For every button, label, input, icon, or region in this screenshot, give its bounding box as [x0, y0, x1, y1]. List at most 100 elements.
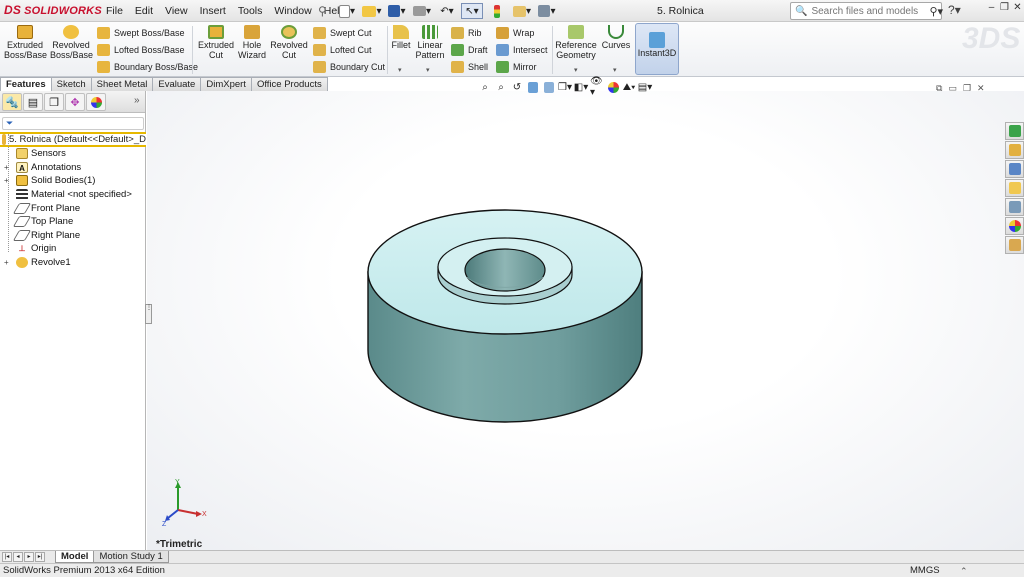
- menu-insert[interactable]: Insert: [194, 0, 232, 22]
- search-icon[interactable]: ⚲▾: [929, 5, 943, 18]
- open-folder-icon[interactable]: ▾: [361, 3, 383, 19]
- bore-hole[interactable]: [464, 248, 546, 292]
- properties-tab-icon[interactable]: [1005, 236, 1024, 254]
- tab-dimxpert[interactable]: DimXpert: [200, 77, 252, 91]
- minimize-document-icon[interactable]: ▭: [948, 83, 957, 94]
- tree-item-front-plane[interactable]: Front Plane: [0, 201, 146, 215]
- first-tab-icon[interactable]: |◂: [2, 552, 12, 562]
- minimize-icon[interactable]: –: [986, 2, 997, 16]
- restore-icon[interactable]: ❐: [999, 2, 1010, 16]
- intersect-button[interactable]: Intersect: [496, 44, 548, 56]
- tree-root-part[interactable]: 5. Rolnica (Default<<Default>_D: [0, 132, 146, 147]
- rib-button[interactable]: Rib: [451, 27, 482, 39]
- search-input[interactable]: [811, 5, 930, 17]
- model-pulley[interactable]: [360, 205, 650, 435]
- apply-scene-icon[interactable]: ⛰▾: [622, 80, 636, 94]
- configuration-manager-tab-icon[interactable]: ❐: [44, 93, 64, 111]
- tab-evaluate[interactable]: Evaluate: [152, 77, 202, 91]
- solidworks-resources-icon[interactable]: [1005, 122, 1024, 140]
- tab-features[interactable]: Features: [0, 77, 52, 91]
- previous-view-icon[interactable]: ↺: [510, 80, 524, 94]
- select-cursor-icon[interactable]: ↖▾: [461, 3, 483, 19]
- units-selector[interactable]: MMGS: [910, 565, 940, 576]
- restore-document-icon[interactable]: ❐: [963, 83, 971, 94]
- draft-button[interactable]: Draft: [451, 44, 488, 56]
- print-icon[interactable]: ▾: [411, 3, 433, 19]
- tree-item-solid-bodies[interactable]: + Solid Bodies(1): [0, 174, 146, 188]
- help-icon[interactable]: ?▾: [948, 3, 961, 17]
- view-orientation-icon[interactable]: ❒▾: [558, 80, 572, 94]
- tab-motion-study[interactable]: Motion Study 1: [93, 551, 169, 563]
- lofted-cut-button[interactable]: Lofted Cut: [313, 44, 372, 56]
- menu-file[interactable]: File: [100, 0, 129, 22]
- tile-view-icon[interactable]: ⧉: [936, 83, 942, 94]
- file-properties-icon[interactable]: ▾: [511, 3, 533, 19]
- tree-item-sensors[interactable]: Sensors: [0, 147, 146, 161]
- dynamic-annotation-icon[interactable]: [542, 80, 556, 94]
- file-explorer-icon[interactable]: [1005, 160, 1024, 178]
- edit-appearance-icon[interactable]: [606, 80, 620, 94]
- menu-edit[interactable]: Edit: [129, 0, 159, 22]
- swept-boss-button[interactable]: Swept Boss/Base: [97, 27, 185, 39]
- hole-wizard-button[interactable]: Hole Wizard: [236, 25, 268, 60]
- solidworks-logo[interactable]: DS SOLIDWORKS: [4, 3, 102, 17]
- expand-icon[interactable]: +: [4, 258, 12, 267]
- menu-window[interactable]: Window: [268, 0, 317, 22]
- tree-item-annotations[interactable]: + A Annotations: [0, 161, 146, 175]
- revolved-cut-button[interactable]: Revolved Cut: [270, 25, 308, 60]
- view-palette-icon[interactable]: [1005, 179, 1024, 197]
- rebuild-icon[interactable]: [486, 3, 508, 19]
- extruded-cut-button[interactable]: Extruded Cut: [196, 25, 236, 60]
- extruded-boss-button[interactable]: Extruded Boss/Base: [4, 25, 47, 60]
- boundary-boss-button[interactable]: Boundary Boss/Base: [97, 61, 198, 73]
- wrap-button[interactable]: Wrap: [496, 27, 534, 39]
- tab-model[interactable]: Model: [55, 551, 95, 563]
- tab-sketch[interactable]: Sketch: [50, 77, 92, 91]
- property-manager-tab-icon[interactable]: ▤: [23, 93, 43, 111]
- menu-view[interactable]: View: [159, 0, 194, 22]
- swept-cut-button[interactable]: Swept Cut: [313, 27, 372, 39]
- dimxpert-manager-tab-icon[interactable]: ✥: [65, 93, 85, 111]
- linear-pattern-button[interactable]: Linear Pattern: [414, 25, 446, 60]
- view-settings-icon[interactable]: ▤▾: [638, 80, 652, 94]
- reference-geometry-button[interactable]: Reference Geometry: [555, 25, 597, 60]
- tree-item-material[interactable]: Material <not specified>: [0, 188, 146, 202]
- fillet-dropdown-icon[interactable]: ▾: [398, 66, 402, 74]
- expand-icon[interactable]: +: [4, 176, 12, 185]
- options-icon[interactable]: ▾: [536, 3, 558, 19]
- revolved-boss-button[interactable]: Revolved Boss/Base: [50, 25, 93, 60]
- expand-panel-icon[interactable]: »: [134, 95, 140, 106]
- curves-dropdown-icon[interactable]: ▾: [613, 66, 617, 74]
- new-document-icon[interactable]: ▾: [336, 3, 358, 19]
- curves-button[interactable]: Curves: [600, 25, 632, 50]
- expand-icon[interactable]: +: [4, 163, 12, 172]
- fillet-button[interactable]: Fillet: [390, 25, 412, 50]
- units-dropdown-icon[interactable]: ⌃: [960, 566, 968, 577]
- feature-manager-tab-icon[interactable]: 🔩: [2, 93, 22, 111]
- mirror-button[interactable]: Mirror: [496, 61, 537, 73]
- tree-filter[interactable]: ⏷: [2, 117, 144, 130]
- custom-properties-icon[interactable]: [1005, 217, 1024, 235]
- panel-splitter[interactable]: ⋮: [145, 304, 152, 324]
- last-tab-icon[interactable]: ▸|: [35, 552, 45, 562]
- design-library-icon[interactable]: [1005, 141, 1024, 159]
- tree-item-right-plane[interactable]: Right Plane: [0, 229, 146, 243]
- undo-icon[interactable]: ↶▾: [436, 3, 458, 19]
- tree-item-origin[interactable]: ⊥ Origin: [0, 242, 146, 256]
- shell-button[interactable]: Shell: [451, 61, 488, 73]
- zoom-to-fit-icon[interactable]: ⌕: [478, 80, 492, 94]
- tree-item-revolve1[interactable]: + Revolve1: [0, 256, 146, 270]
- lofted-boss-button[interactable]: Lofted Boss/Base: [97, 44, 185, 56]
- pin-menu-icon[interactable]: ⚲: [318, 4, 327, 18]
- close-icon[interactable]: ✕: [1012, 2, 1023, 16]
- tab-sheet-metal[interactable]: Sheet Metal: [90, 77, 154, 91]
- search-scope-icon[interactable]: 🔍: [795, 6, 807, 17]
- instant3d-button[interactable]: Instant3D: [635, 23, 679, 75]
- menu-tools[interactable]: Tools: [232, 0, 269, 22]
- hide-show-items-icon[interactable]: 👁▾: [590, 76, 604, 98]
- reference-geometry-dropdown-icon[interactable]: ▾: [574, 66, 578, 74]
- section-view-icon[interactable]: [526, 80, 540, 94]
- next-tab-icon[interactable]: ▸: [24, 552, 34, 562]
- tree-item-top-plane[interactable]: Top Plane: [0, 215, 146, 229]
- pattern-dropdown-icon[interactable]: ▾: [426, 66, 430, 74]
